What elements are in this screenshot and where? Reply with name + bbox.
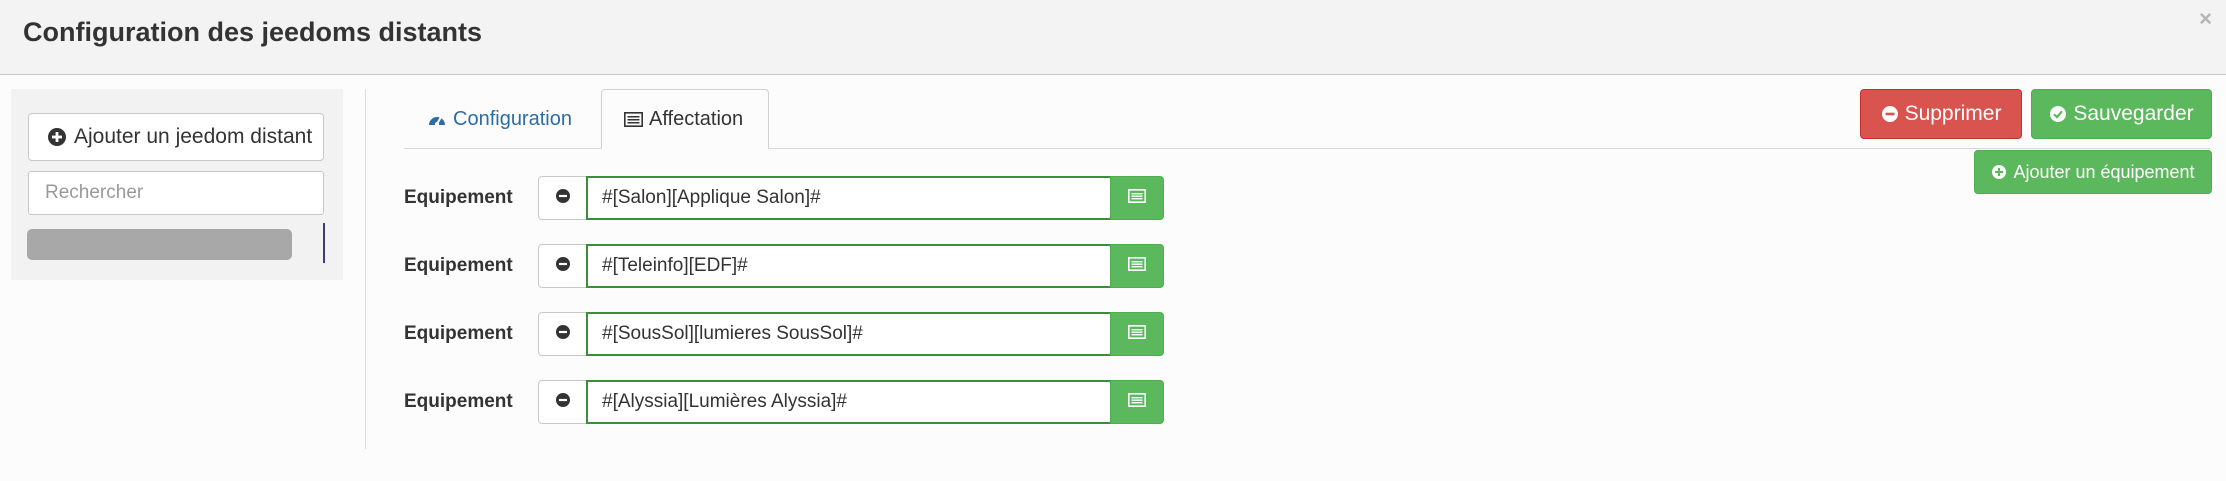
list-icon (1128, 188, 1146, 208)
select-equipment-button[interactable] (1110, 380, 1164, 424)
tab-configuration[interactable]: Configuration (404, 89, 594, 149)
delete-label: Supprimer (1904, 102, 2002, 125)
list-icon (1128, 324, 1146, 344)
remove-equipment-button[interactable] (538, 312, 588, 356)
list-icon (1128, 392, 1146, 412)
equipment-label: Equipement (404, 255, 513, 276)
select-equipment-button[interactable] (1110, 312, 1164, 356)
plus-circle-icon (47, 127, 67, 147)
tab-configuration-label: Configuration (453, 107, 572, 130)
scrollbar[interactable] (323, 223, 325, 263)
equipment-row: Equipement (404, 380, 1164, 424)
equipment-input[interactable] (586, 380, 1114, 424)
select-equipment-button[interactable] (1110, 176, 1164, 220)
check-circle-icon (2049, 105, 2067, 123)
tab-affectation-label: Affectation (649, 107, 744, 130)
equipment-input[interactable] (586, 176, 1114, 220)
minus-circle-icon (555, 392, 571, 413)
minus-circle-icon (555, 188, 571, 209)
plus-circle-icon (1991, 164, 2007, 180)
remove-equipment-button[interactable] (538, 380, 588, 424)
delete-button[interactable]: Supprimer (1860, 89, 2022, 139)
equipment-label: Equipement (404, 391, 513, 412)
equipment-label: Equipement (404, 323, 513, 344)
dashboard-icon (427, 111, 447, 127)
modal-header: Configuration des jeedoms distants × (0, 0, 2226, 75)
search-input[interactable] (28, 171, 324, 215)
equipment-row: Equipement (404, 312, 1164, 356)
save-label: Sauvegarder (2073, 102, 2194, 125)
minus-circle-icon (555, 256, 571, 277)
minus-circle-icon (1881, 105, 1899, 123)
equipment-row: Equipement (404, 244, 1164, 288)
column-divider (365, 89, 366, 449)
remove-equipment-button[interactable] (538, 244, 588, 288)
equipment-input[interactable] (586, 244, 1114, 288)
list-icon (1128, 256, 1146, 276)
equipment-input[interactable] (586, 312, 1114, 356)
add-equipment-button[interactable]: Ajouter un équipement (1974, 150, 2212, 194)
remote-jeedom-list-item[interactable] (27, 229, 292, 260)
equipment-label: Equipement (404, 187, 513, 208)
add-equipment-label: Ajouter un équipement (2013, 161, 2195, 182)
remove-equipment-button[interactable] (538, 176, 588, 220)
sidebar: Ajouter un jeedom distant (11, 89, 343, 280)
close-icon[interactable]: × (2199, 6, 2212, 32)
modal-title: Configuration des jeedoms distants (23, 17, 483, 47)
select-equipment-button[interactable] (1110, 244, 1164, 288)
list-icon (624, 111, 643, 127)
save-button[interactable]: Sauvegarder (2031, 89, 2212, 139)
minus-circle-icon (555, 324, 571, 345)
tab-affectation[interactable]: Affectation (601, 89, 769, 149)
add-remote-jeedom-button[interactable]: Ajouter un jeedom distant (28, 113, 324, 161)
equipment-row: Equipement (404, 176, 1164, 220)
add-remote-jeedom-label: Ajouter un jeedom distant (74, 125, 313, 148)
